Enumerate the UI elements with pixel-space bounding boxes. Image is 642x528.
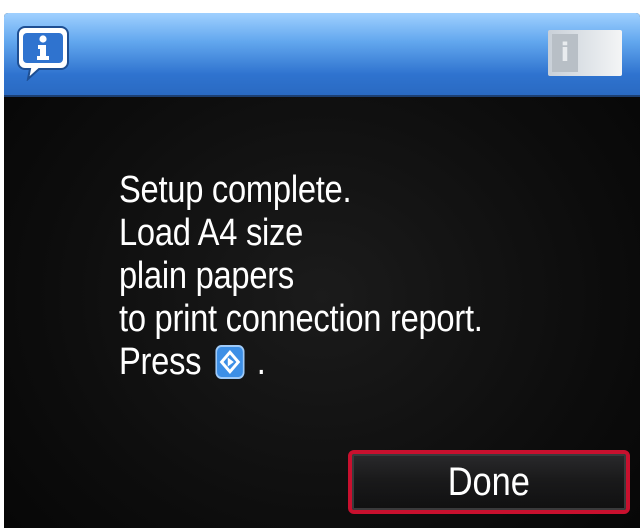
printer-lcd-screen: i Setup complete. Load A4 size plain pap… <box>4 13 640 528</box>
message-line: Setup complete. <box>119 169 352 211</box>
press-label: Press <box>119 341 202 383</box>
info-icon <box>17 26 69 81</box>
message-line: plain papers <box>119 255 294 297</box>
press-instruction: Press . <box>119 341 549 384</box>
status-mark-icon: i <box>552 34 578 72</box>
done-button[interactable]: Done <box>348 450 630 514</box>
network-status-icon: i <box>548 30 622 76</box>
done-button-label: Done <box>447 460 531 504</box>
message-line: Load A4 size <box>119 212 304 254</box>
start-button-icon <box>215 345 245 379</box>
press-period: . <box>256 341 266 383</box>
header-bar: i <box>4 13 640 97</box>
message-line: to print connection report. <box>119 298 483 340</box>
setup-message: Setup complete. Load A4 size plain paper… <box>119 169 549 384</box>
